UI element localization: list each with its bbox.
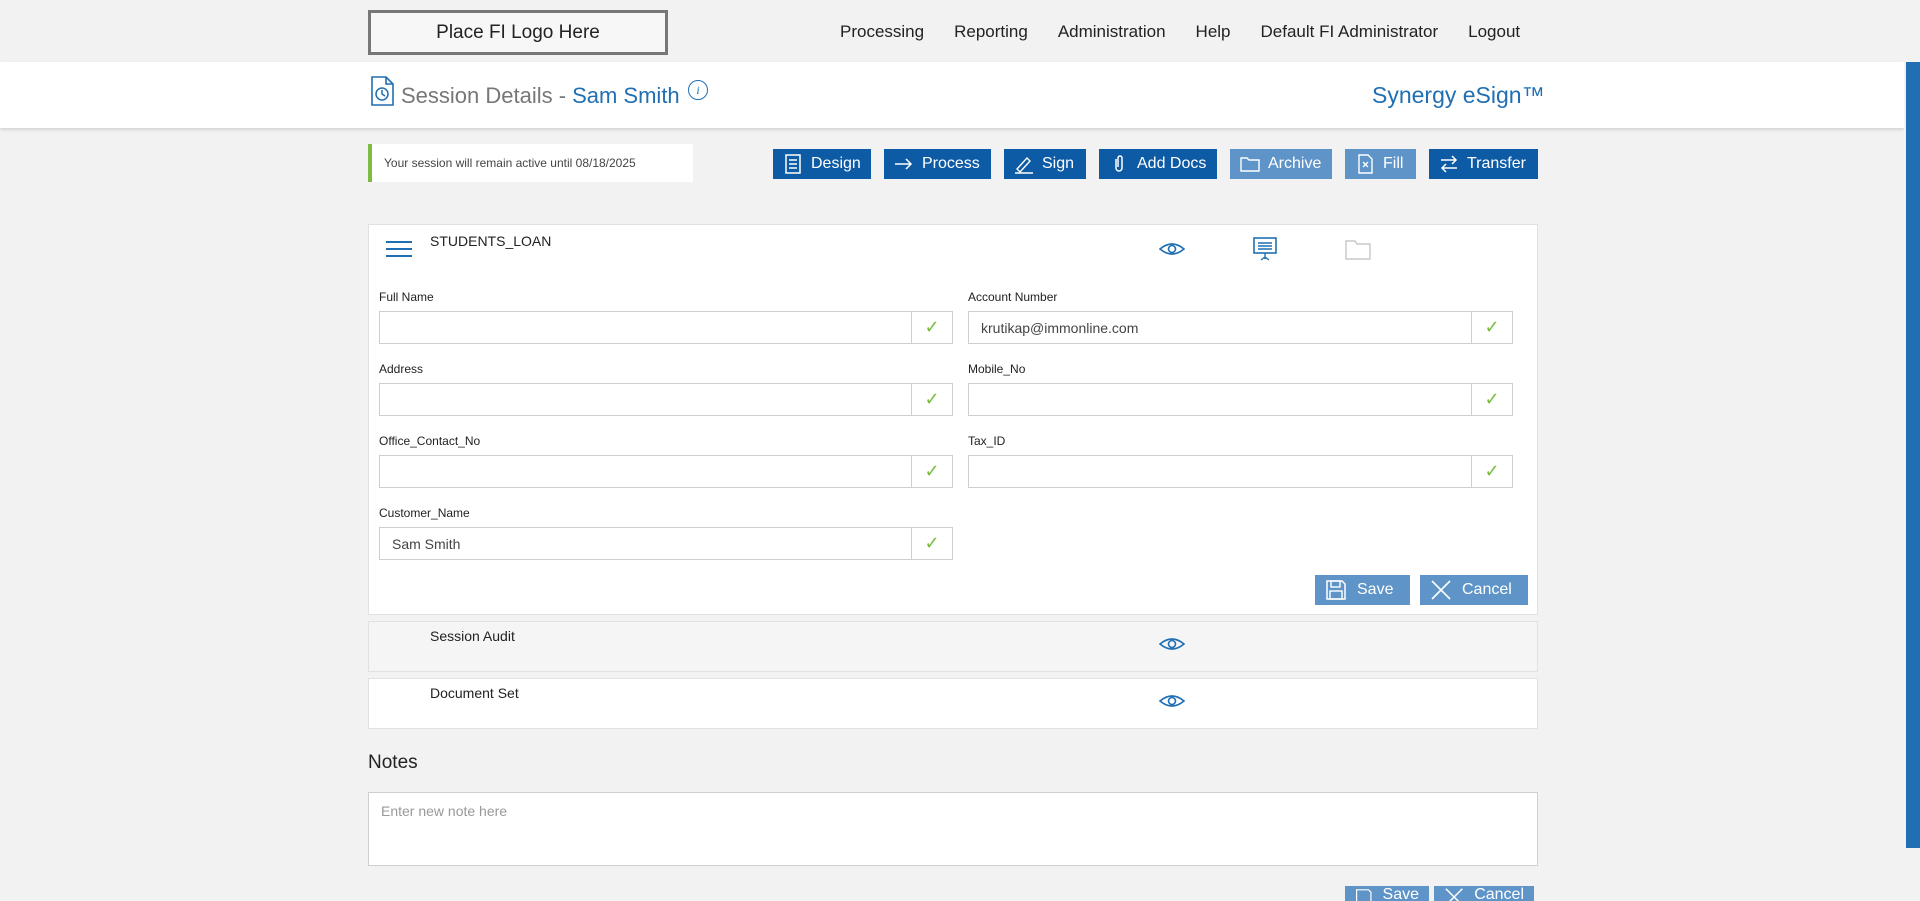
checkmark-icon: ✓ — [911, 312, 952, 343]
customer-name-field: ✓ — [379, 527, 953, 560]
notes-cancel-button[interactable]: Cancel — [1434, 886, 1534, 901]
page-header: Session Details - Sam Smith i Synergy eSi… — [0, 62, 1904, 128]
session-audit-panel[interactable]: Session Audit — [368, 621, 1538, 672]
nav-user-menu[interactable]: Default FI Administrator — [1261, 22, 1439, 42]
add-docs-label: Add Docs — [1137, 155, 1207, 172]
full-name-field: ✓ — [379, 311, 953, 344]
notes-title: Notes — [368, 752, 418, 773]
notes-save-button[interactable]: Save — [1345, 886, 1429, 901]
add-docs-button[interactable]: Add Docs — [1099, 149, 1217, 179]
account-number-field: ✓ — [968, 311, 1513, 344]
presentation-icon[interactable] — [1252, 236, 1278, 262]
top-navbar: Place FI Logo Here Processing Reporting … — [0, 0, 1904, 62]
checkmark-icon: ✓ — [1471, 384, 1512, 415]
address-input[interactable] — [380, 384, 911, 415]
transfer-arrows-icon — [1440, 155, 1458, 173]
scrollbar-thumb[interactable] — [1906, 62, 1920, 848]
save-icon — [1326, 580, 1346, 600]
design-button[interactable]: Design — [773, 149, 871, 179]
mobile-no-label: Mobile_No — [968, 362, 1026, 376]
document-set-panel[interactable]: Document Set — [368, 678, 1538, 729]
office-contact-no-input[interactable] — [380, 456, 911, 487]
arrow-right-icon — [895, 158, 913, 170]
archive-button[interactable]: Archive — [1230, 149, 1332, 179]
main-nav: Processing Reporting Administration Help… — [840, 22, 1550, 42]
customer-name-label: Customer_Name — [379, 506, 470, 520]
account-number-input[interactable] — [969, 312, 1471, 343]
fi-logo-placeholder: Place FI Logo Here — [368, 10, 668, 55]
process-label: Process — [922, 155, 980, 172]
checkmark-icon: ✓ — [911, 456, 952, 487]
office-contact-no-field: ✓ — [379, 455, 953, 488]
fill-label: Fill — [1383, 155, 1404, 172]
process-button[interactable]: Process — [884, 149, 991, 179]
close-icon — [1431, 580, 1451, 600]
pen-icon — [1015, 156, 1033, 174]
session-history-icon — [371, 76, 394, 106]
panel-title: STUDENTS_LOAN — [430, 233, 552, 249]
nav-logout[interactable]: Logout — [1468, 22, 1520, 42]
save-label: Save — [1357, 581, 1394, 598]
eye-icon[interactable] — [1159, 691, 1185, 711]
checkmark-icon: ✓ — [1471, 312, 1512, 343]
folder-icon[interactable] — [1345, 238, 1371, 260]
notes-cancel-label: Cancel — [1474, 886, 1524, 901]
mobile-no-input[interactable] — [969, 384, 1471, 415]
save-icon — [1355, 889, 1372, 901]
archive-label: Archive — [1268, 155, 1322, 172]
account-number-label: Account Number — [968, 290, 1058, 304]
page-title: Session Details - Sam Smith — [401, 83, 680, 109]
checkmark-icon: ✓ — [911, 528, 952, 559]
tax-id-label: Tax_ID — [968, 434, 1006, 448]
transfer-label: Transfer — [1467, 155, 1526, 172]
address-label: Address — [379, 362, 424, 376]
nav-reporting[interactable]: Reporting — [954, 22, 1028, 42]
eye-icon[interactable] — [1159, 634, 1185, 654]
sign-label: Sign — [1042, 155, 1075, 172]
checkmark-icon: ✓ — [911, 384, 952, 415]
nav-processing[interactable]: Processing — [840, 22, 924, 42]
sign-button[interactable]: Sign — [1004, 149, 1086, 179]
menu-icon[interactable] — [386, 241, 412, 262]
address-field: ✓ — [379, 383, 953, 416]
tax-id-field: ✓ — [968, 455, 1513, 488]
office-contact-no-label: Office_Contact_No — [379, 434, 481, 448]
document-set-title: Document Set — [430, 685, 519, 701]
design-label: Design — [811, 155, 861, 172]
fill-form-icon — [1358, 154, 1373, 174]
tax-id-input[interactable] — [969, 456, 1471, 487]
info-icon[interactable]: i — [688, 80, 708, 100]
full-name-label: Full Name — [379, 290, 434, 304]
cancel-button[interactable]: Cancel — [1420, 575, 1528, 605]
customer-name-input[interactable] — [380, 528, 911, 559]
page-title-customer-name: Sam Smith — [572, 83, 680, 108]
notes-save-label: Save — [1382, 886, 1419, 901]
cancel-label: Cancel — [1462, 581, 1512, 598]
checkmark-icon: ✓ — [1471, 456, 1512, 487]
transfer-button[interactable]: Transfer — [1429, 149, 1538, 179]
full-name-input[interactable] — [380, 312, 911, 343]
nav-administration[interactable]: Administration — [1058, 22, 1166, 42]
eye-icon[interactable] — [1159, 239, 1185, 259]
students-loan-panel: STUDENTS_LOAN Full Name ✓ Address ✓ Offi… — [368, 224, 1538, 615]
close-icon — [1445, 888, 1463, 901]
save-button[interactable]: Save — [1315, 575, 1410, 605]
design-icon — [785, 154, 801, 174]
action-toolbar: Design Process Sign Add Docs Archive Fil… — [0, 149, 1920, 179]
session-audit-title: Session Audit — [430, 628, 515, 644]
paperclip-icon — [1115, 155, 1123, 172]
page-title-prefix: Session Details - — [401, 83, 567, 108]
mobile-no-field: ✓ — [968, 383, 1513, 416]
folder-icon — [1240, 157, 1260, 172]
fill-button[interactable]: Fill — [1345, 149, 1416, 179]
notes-textarea[interactable] — [368, 792, 1538, 866]
brand-name: Synergy eSign™ — [1372, 82, 1545, 108]
nav-help[interactable]: Help — [1196, 22, 1231, 42]
